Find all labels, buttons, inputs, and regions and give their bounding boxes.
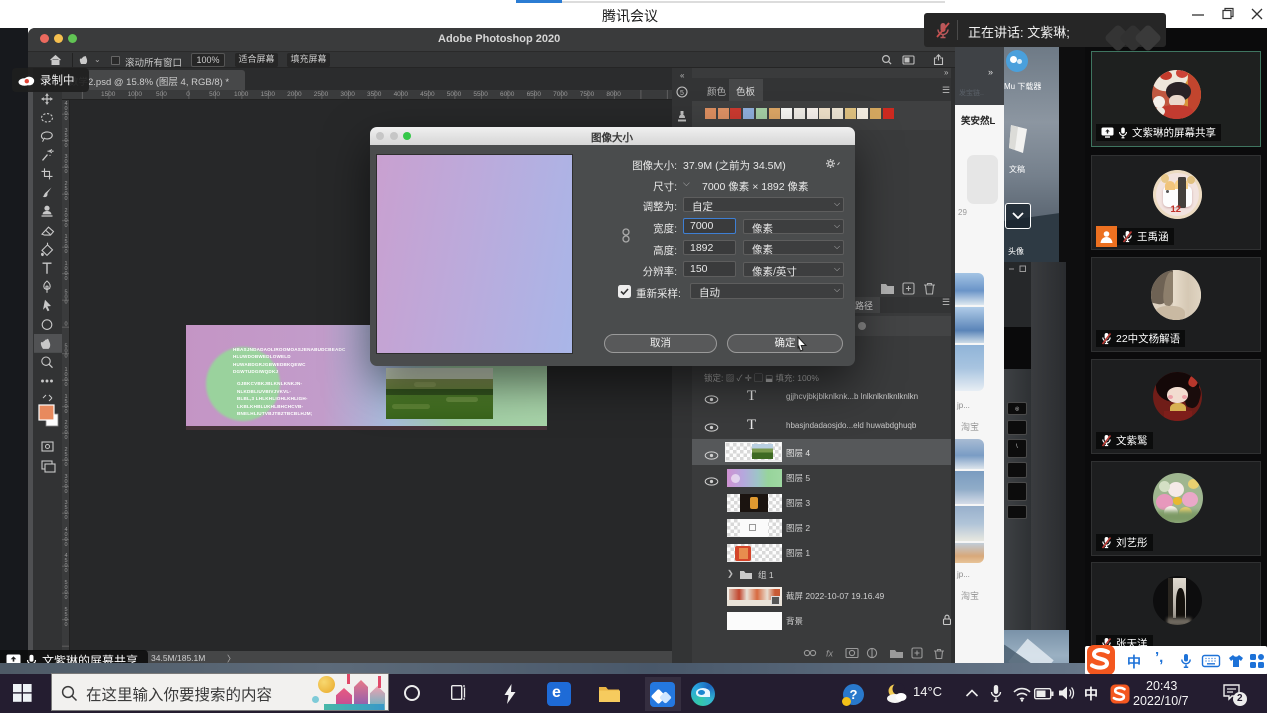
svg-text:5: 5 [680, 90, 684, 97]
svg-text:fx: fx [826, 649, 834, 659]
